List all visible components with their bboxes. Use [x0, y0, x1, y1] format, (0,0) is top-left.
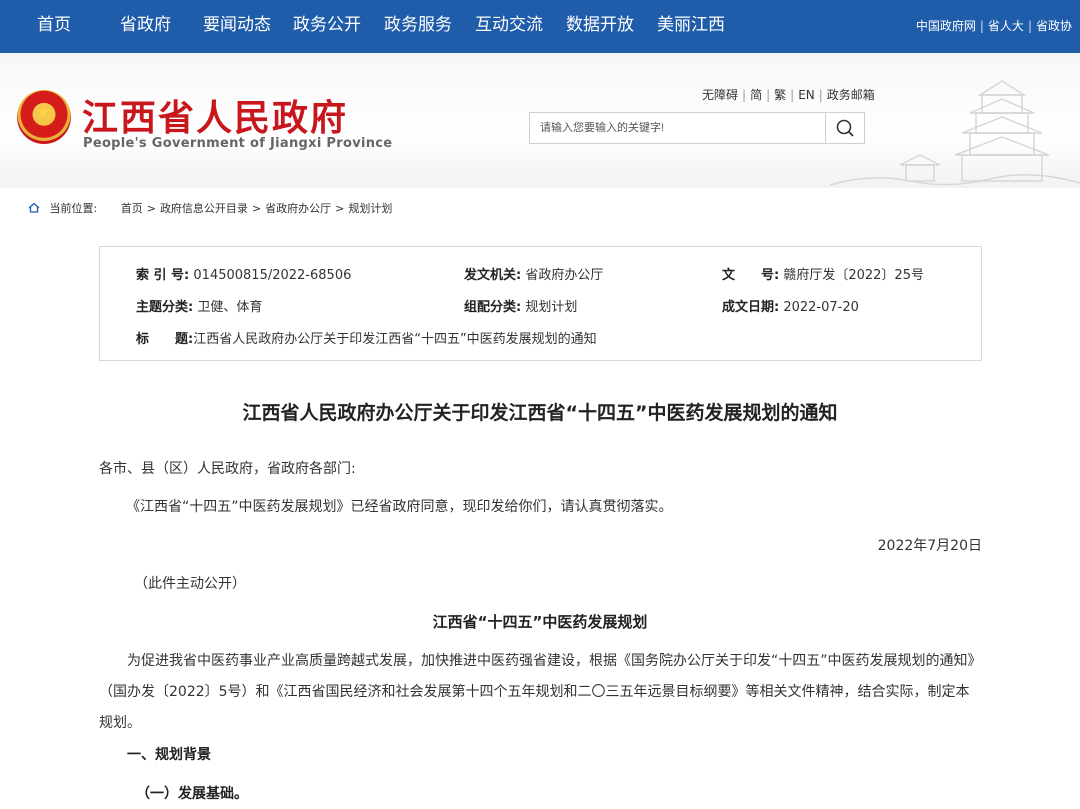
- link-english[interactable]: EN: [798, 88, 815, 102]
- plan-intro-paragraph: 为促进我省中医药事业产业高质量跨越式发展，加快推进中医药强省建设，根据《国务院办…: [99, 653, 982, 731]
- breadcrumb-separator: >: [335, 202, 345, 215]
- nav-open-data[interactable]: 数据开放: [566, 14, 634, 36]
- link-china-gov[interactable]: 中国政府网: [916, 19, 976, 33]
- breadcrumb-info-catalog[interactable]: 政府信息公开目录: [160, 202, 248, 215]
- nav-gov-services[interactable]: 政务服务: [384, 14, 452, 36]
- subsection-heading: （一）发展基础。: [136, 786, 248, 802]
- nav-home[interactable]: 首页: [37, 14, 71, 36]
- search-box: [529, 112, 865, 144]
- article-note: （此件主动公开）: [134, 576, 246, 592]
- meta-title-label: 标 题:: [136, 332, 194, 347]
- separator: |: [790, 88, 795, 102]
- link-accessibility[interactable]: 无障碍: [702, 88, 738, 102]
- meta-date-label: 成文日期:: [722, 300, 780, 315]
- separator: |: [979, 19, 984, 33]
- search-input[interactable]: [530, 113, 826, 143]
- national-emblem-icon: ★: [17, 90, 71, 144]
- top-nav-bar: 首页 省政府 要闻动态 政务公开 政务服务 互动交流 数据开放 美丽江西 中国政…: [0, 0, 1080, 53]
- site-subtitle: People's Government of Jiangxi Province: [83, 136, 393, 151]
- meta-docno-label: 文 号:: [722, 268, 780, 283]
- home-icon: [28, 202, 40, 213]
- meta-date: 成文日期: 2022-07-20: [722, 296, 859, 315]
- link-traditional[interactable]: 繁: [774, 88, 786, 102]
- site-title[interactable]: 江西省人民政府: [82, 89, 348, 141]
- article-title: 江西省人民政府办公厅关于印发江西省“十四五”中医药发展规划的通知: [242, 402, 838, 424]
- meta-issuer-value: 省政府办公厅: [525, 268, 604, 283]
- nav-province-gov[interactable]: 省政府: [120, 14, 171, 36]
- nav-beautiful-jiangxi[interactable]: 美丽江西: [657, 14, 725, 36]
- top-right-links: 中国政府网 | 省人大 | 省政协: [916, 17, 1072, 34]
- nav-interaction[interactable]: 互动交流: [475, 14, 543, 36]
- article-body-paragraph: 《江西省“十四五”中医药发展规划》已经省政府同意，现印发给你们，请认真贯彻落实。: [126, 499, 673, 515]
- separator: |: [742, 88, 747, 102]
- article-salutation: 各市、县（区）人民政府，省政府各部门:: [99, 461, 356, 477]
- meta-docno-value: 赣府厅发〔2022〕25号: [783, 268, 924, 283]
- link-provincial-npc[interactable]: 省人大: [988, 19, 1024, 33]
- meta-index-label: 索 引 号:: [136, 268, 190, 283]
- article-date: 2022年7月20日: [877, 538, 982, 554]
- nav-news[interactable]: 要闻动态: [203, 14, 271, 36]
- meta-issuer-label: 发文机关:: [464, 268, 522, 283]
- meta-title-value: 江西省人民政府办公厅关于印发江西省“十四五”中医药发展规划的通知: [193, 332, 597, 347]
- breadcrumb-label: 当前位置:: [49, 202, 98, 215]
- link-simplified[interactable]: 简: [750, 88, 762, 102]
- breadcrumb-separator: >: [251, 202, 262, 215]
- meta-index: 索 引 号: 014500815/2022-68506: [136, 264, 351, 283]
- nav-gov-affairs-open[interactable]: 政务公开: [293, 14, 361, 36]
- meta-date-value: 2022-07-20: [783, 300, 859, 315]
- meta-title: 标 题:江西省人民政府办公厅关于印发江西省“十四五”中医药发展规划的通知: [136, 328, 597, 347]
- breadcrumb-gov-office[interactable]: 省政府办公厅: [265, 202, 331, 215]
- section-heading: 一、规划背景: [127, 747, 211, 763]
- meta-issuer: 发文机关: 省政府办公厅: [464, 264, 603, 283]
- meta-topic-value: 卫健、体育: [197, 300, 263, 315]
- site-header: ★ 江西省人民政府 People's Government of Jiangxi…: [0, 53, 1080, 188]
- separator: |: [818, 88, 823, 102]
- meta-topic-label: 主题分类:: [136, 300, 194, 315]
- breadcrumb-separator: >: [146, 202, 156, 215]
- meta-category-value: 规划计划: [525, 300, 578, 315]
- pavilion-illustration: [830, 80, 1080, 186]
- separator: |: [1027, 19, 1032, 33]
- separator: |: [766, 88, 771, 102]
- plan-title: 江西省“十四五”中医药发展规划: [432, 613, 648, 631]
- breadcrumb: 当前位置: 首页 > 政府信息公开目录 > 省政府办公厅 > 规划计划: [28, 200, 392, 216]
- meta-category: 组配分类: 规划计划: [464, 296, 577, 315]
- meta-index-value: 014500815/2022-68506: [193, 268, 352, 283]
- document-meta-box: 索 引 号: 014500815/2022-68506 发文机关: 省政府办公厅…: [99, 246, 982, 361]
- meta-category-label: 组配分类:: [464, 300, 522, 315]
- breadcrumb-plans[interactable]: 规划计划: [348, 202, 392, 215]
- meta-docno: 文 号: 赣府厅发〔2022〕25号: [722, 264, 924, 283]
- link-cppcc[interactable]: 省政协: [1036, 19, 1072, 33]
- breadcrumb-home[interactable]: 首页: [121, 202, 143, 215]
- meta-topic: 主题分类: 卫健、体育: [136, 296, 262, 315]
